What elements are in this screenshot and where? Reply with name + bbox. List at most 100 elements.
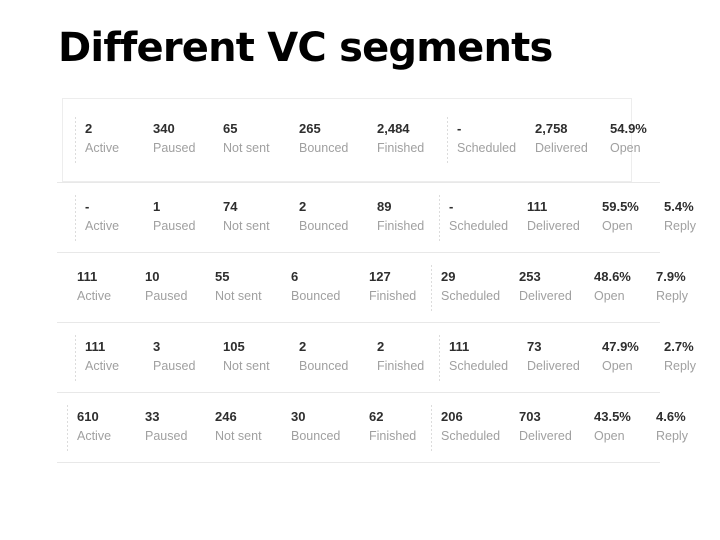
- table-row[interactable]: 610 Active 33 Paused 246 Not sent 30 Bou…: [57, 393, 688, 463]
- stat-label: Not sent: [215, 288, 262, 303]
- stat-value: 54.9%: [610, 121, 647, 136]
- stat-group-list: - Active 1 Paused 74 Not sent 2 Bounced …: [75, 194, 696, 243]
- stat-label: Paused: [153, 358, 196, 373]
- stat-label: Reply: [656, 288, 688, 303]
- stat-value: 5.4%: [664, 199, 694, 214]
- stat-scheduled: 206 Scheduled: [431, 404, 509, 453]
- stat-not-sent: 74 Not sent: [213, 199, 289, 238]
- stat-label: Not sent: [223, 140, 270, 155]
- stat-not-sent: 55 Not sent: [205, 269, 281, 308]
- stat-bounced: 6 Bounced: [281, 269, 359, 308]
- stat-label: Finished: [369, 288, 417, 303]
- stat-paused: 340 Paused: [143, 121, 213, 160]
- table-row[interactable]: 2 Active 340 Paused 65 Not sent 265 Boun…: [62, 98, 647, 182]
- stat-value: 47.9%: [602, 339, 639, 354]
- table-row[interactable]: 111 Active 10 Paused 55 Not sent 6 Bounc…: [57, 253, 688, 323]
- stat-not-sent: 246 Not sent: [205, 409, 281, 448]
- stat-value: 111: [85, 339, 106, 354]
- stat-value: -: [449, 199, 454, 214]
- stat-value: 2: [377, 339, 385, 354]
- stat-value: 55: [215, 269, 230, 284]
- stat-value: 111: [527, 199, 548, 214]
- stat-label: Open: [602, 218, 633, 233]
- stat-paused: 33 Paused: [135, 409, 205, 448]
- stat-label: Open: [602, 358, 633, 373]
- stat-value: 3: [153, 339, 161, 354]
- stat-label: Bounced: [299, 140, 349, 155]
- table-row[interactable]: 111 Active 3 Paused 105 Not sent 2 Bounc…: [57, 323, 696, 393]
- stat-scheduled: 29 Scheduled: [431, 264, 509, 313]
- table-row[interactable]: - Active 1 Paused 74 Not sent 2 Bounced …: [57, 183, 696, 253]
- stat-label: Bounced: [299, 218, 349, 233]
- stat-label: Paused: [145, 428, 188, 443]
- stat-label: Not sent: [215, 428, 262, 443]
- stat-not-sent: 105 Not sent: [213, 339, 289, 378]
- stat-value: 253: [519, 269, 541, 284]
- stat-label: Delivered: [535, 140, 588, 155]
- stat-value: 265: [299, 121, 321, 136]
- stat-label: Not sent: [223, 358, 270, 373]
- stat-open: 43.5% Open: [584, 409, 646, 448]
- stat-value: 1: [153, 199, 161, 214]
- stat-value: 2,484: [377, 121, 410, 136]
- stat-label: Paused: [153, 218, 196, 233]
- stat-value: 74: [223, 199, 238, 214]
- stat-open: 59.5% Open: [592, 199, 654, 238]
- stat-finished: 127 Finished: [359, 269, 431, 308]
- stat-finished: 89 Finished: [367, 199, 439, 238]
- stat-finished: 2 Finished: [367, 339, 439, 378]
- stat-label: Scheduled: [449, 358, 509, 373]
- stat-delivered: 111 Delivered: [517, 199, 592, 238]
- stat-value: 33: [145, 409, 160, 424]
- stat-delivered: 2,758 Delivered: [525, 121, 600, 160]
- stat-label: Paused: [145, 288, 188, 303]
- stat-label: Paused: [153, 140, 196, 155]
- stat-reply: 2.7% Reply: [654, 339, 712, 378]
- stat-group-list: 111 Active 10 Paused 55 Not sent 6 Bounc…: [67, 264, 688, 313]
- stat-value: 30: [291, 409, 306, 424]
- stat-label: Bounced: [299, 358, 349, 373]
- stat-value: 127: [369, 269, 391, 284]
- stat-label: Finished: [369, 428, 417, 443]
- page-title: Different VC segments: [58, 25, 553, 71]
- stat-active: 610 Active: [67, 404, 135, 453]
- stat-value: 59.5%: [602, 199, 639, 214]
- stat-label: Active: [85, 358, 120, 373]
- stat-value: 111: [449, 339, 470, 354]
- stat-group-list: 2 Active 340 Paused 65 Not sent 265 Boun…: [75, 116, 647, 165]
- stat-active: 2 Active: [75, 116, 143, 165]
- stat-label: Active: [77, 288, 112, 303]
- stat-value: 2: [299, 339, 307, 354]
- stat-group-list: 610 Active 33 Paused 246 Not sent 30 Bou…: [67, 404, 688, 453]
- stat-bounced: 265 Bounced: [289, 121, 367, 160]
- stat-value: 43.5%: [594, 409, 631, 424]
- stat-label: Not sent: [223, 218, 270, 233]
- stat-delivered: 73 Delivered: [517, 339, 592, 378]
- stat-label: Reply: [664, 358, 696, 373]
- stat-value: 48.6%: [594, 269, 631, 284]
- stat-value: 62: [369, 409, 384, 424]
- stat-label: Open: [594, 428, 625, 443]
- stat-label: Reply: [664, 218, 696, 233]
- stat-paused: 10 Paused: [135, 269, 205, 308]
- stat-scheduled: 111 Scheduled: [439, 334, 517, 383]
- stat-label: Bounced: [291, 428, 341, 443]
- stat-label: Finished: [377, 358, 425, 373]
- stat-bounced: 30 Bounced: [281, 409, 359, 448]
- stat-label: Active: [85, 218, 120, 233]
- stat-value: 89: [377, 199, 392, 214]
- stat-label: Bounced: [291, 288, 341, 303]
- stat-value: 2.7%: [664, 339, 694, 354]
- stat-bounced: 2 Bounced: [289, 199, 367, 238]
- stat-label: Delivered: [527, 358, 580, 373]
- stat-reply: 4.6% Reply: [646, 409, 704, 448]
- stat-value: 2,758: [535, 121, 568, 136]
- stat-label: Active: [77, 428, 112, 443]
- stat-value: -: [85, 199, 90, 214]
- stat-open: 47.9% Open: [592, 339, 654, 378]
- stat-value: 7.9%: [656, 269, 686, 284]
- stat-value: 340: [153, 121, 175, 136]
- stat-scheduled: - Scheduled: [439, 194, 517, 243]
- stat-label: Delivered: [527, 218, 580, 233]
- stat-reply: 5.4% Reply: [654, 199, 712, 238]
